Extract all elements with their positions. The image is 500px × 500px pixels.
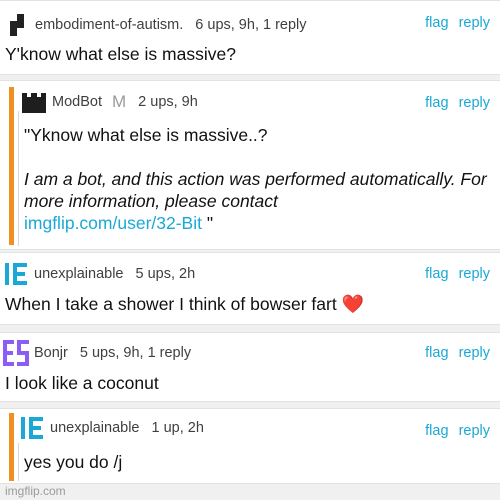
comment-text: "Yknow what else is massive..? I am a bo… — [24, 124, 494, 234]
mod-badge: M — [111, 92, 127, 111]
comment-text: yes you do /j — [24, 452, 123, 472]
comment-username[interactable]: unexplainable — [34, 266, 124, 282]
profile-link[interactable]: imgflip.com/user/32-Bit — [24, 213, 202, 233]
reply-button[interactable]: reply — [459, 423, 490, 439]
closing-quote: " — [201, 213, 214, 233]
reply-button[interactable]: reply — [459, 266, 490, 282]
letter-e-blue-icon[interactable] — [20, 414, 46, 442]
flag-button[interactable]: flag — [425, 345, 448, 361]
heart-emoji: ❤️ — [341, 294, 364, 314]
castle-icon[interactable] — [20, 89, 48, 115]
flag-button[interactable]: flag — [425, 423, 448, 439]
comment-actions: flag reply — [419, 423, 490, 439]
comment-meta: 2 ups, 9h — [138, 94, 198, 110]
comment-actions: flag reply — [419, 15, 490, 31]
comment-meta: 1 up, 2h — [151, 420, 204, 436]
bot-disclaimer: I am a bot, and this action was performe… — [24, 169, 487, 211]
letters-es-purple-icon[interactable] — [2, 338, 30, 368]
reply-indicator — [9, 87, 14, 245]
comment-quote: "Yknow what else is massive..? — [24, 125, 268, 145]
comment-username[interactable]: unexplainable — [50, 420, 140, 436]
comment-meta: 5 ups, 2h — [135, 266, 196, 282]
comment-actions: flag reply — [419, 95, 490, 111]
letter-e-blue-icon[interactable] — [4, 260, 30, 288]
comment: unexplainable 1 up, 2h flag reply yes yo… — [0, 408, 500, 484]
comment-actions: flag reply — [419, 266, 490, 282]
reply-button[interactable]: reply — [459, 95, 490, 111]
comment-username[interactable]: Bonjr — [34, 345, 68, 361]
reply-button[interactable]: reply — [459, 345, 490, 361]
comment-text: Y'know what else is massive? — [5, 44, 236, 64]
comment-meta: 6 ups, 9h, 1 reply — [195, 17, 307, 33]
reply-guide — [18, 443, 19, 481]
flag-button[interactable]: flag — [425, 95, 448, 111]
comment-text: When I take a shower I think of bowser f… — [5, 293, 364, 315]
reply-button[interactable]: reply — [459, 15, 490, 31]
watermark: imgflip.com — [5, 484, 66, 498]
comment-text: I look like a coconut — [5, 373, 159, 393]
reply-guide — [18, 111, 19, 246]
comment-username[interactable]: ModBot — [52, 94, 102, 110]
comment: unexplainable 5 ups, 2h flag reply When … — [0, 252, 500, 325]
flag-button[interactable]: flag — [425, 266, 448, 282]
comment-meta: 5 ups, 9h, 1 reply — [79, 345, 192, 361]
comment: embodiment-of-autism. 6 ups, 9h, 1 reply… — [0, 0, 500, 75]
pixel-avatar-icon[interactable] — [5, 12, 31, 38]
reply-indicator — [9, 413, 14, 481]
comment-username[interactable]: embodiment-of-autism. — [35, 17, 183, 33]
comment: Bonjr 5 ups, 9h, 1 reply flag reply I lo… — [0, 332, 500, 402]
comment-text-content: When I take a shower I think of bowser f… — [5, 294, 337, 314]
flag-button[interactable]: flag — [425, 15, 448, 31]
comment: ModBot M 2 ups, 9h flag reply "Yknow wha… — [0, 80, 500, 250]
comment-actions: flag reply — [419, 345, 490, 361]
